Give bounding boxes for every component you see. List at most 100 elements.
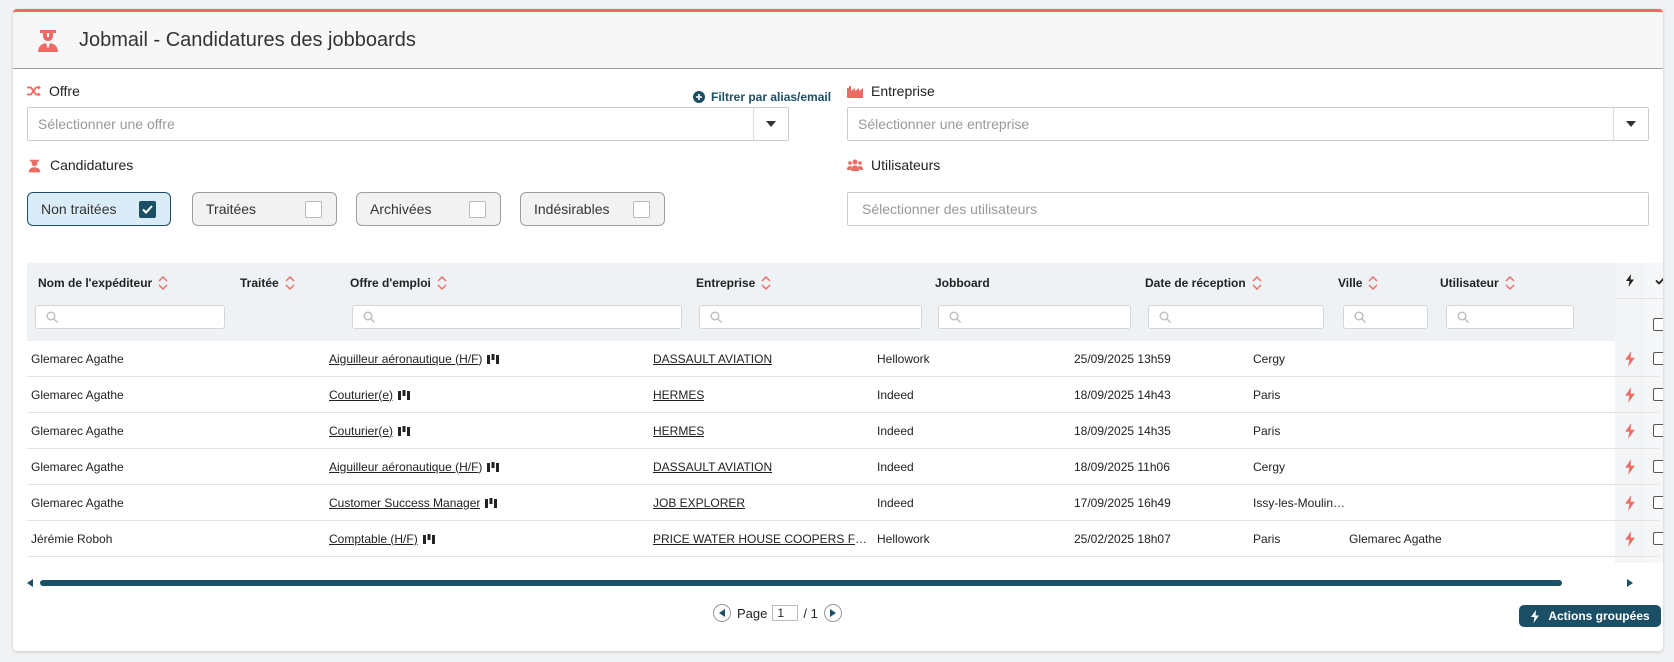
- cell-company-text[interactable]: DASSAULT AVIATION: [653, 460, 772, 474]
- next-page-button[interactable]: [823, 604, 842, 622]
- cell-offer[interactable]: Aiguilleur aéronautique (H/F): [329, 341, 500, 376]
- filter-offer-input[interactable]: [352, 305, 682, 329]
- col-header-processed[interactable]: Traitée: [240, 274, 295, 292]
- sort-icon[interactable]: [158, 276, 168, 290]
- row-checkbox[interactable]: [1653, 460, 1663, 473]
- col-header-label: Traitée: [240, 276, 279, 290]
- cell-offer-text[interactable]: Couturier(e): [329, 424, 393, 438]
- row-checkbox[interactable]: [1653, 496, 1663, 509]
- col-header-actions: [1615, 263, 1645, 299]
- row-action-button[interactable]: [1615, 449, 1645, 484]
- cell-sender: Glemarec Agathe: [31, 449, 124, 484]
- cell-sender-text: Glemarec Agathe: [31, 387, 124, 402]
- sort-icon[interactable]: [1252, 276, 1262, 290]
- scroll-right-icon[interactable]: [1627, 579, 1633, 587]
- cell-company-text[interactable]: HERMES: [653, 424, 704, 438]
- chip-indesirables[interactable]: Indésirables: [520, 192, 665, 226]
- sort-icon[interactable]: [1368, 276, 1378, 290]
- cell-offer[interactable]: Customer Success Manager: [329, 485, 498, 520]
- chip-traitees[interactable]: Traitées: [192, 192, 337, 226]
- sort-icon[interactable]: [285, 276, 295, 290]
- offre-select[interactable]: Sélectionner une offre: [27, 107, 789, 141]
- bolt-icon: [1625, 350, 1635, 367]
- row-action-button[interactable]: [1615, 521, 1645, 556]
- sort-icon[interactable]: [761, 276, 771, 290]
- page-input[interactable]: 1: [772, 605, 799, 621]
- row-action-button[interactable]: [1615, 485, 1645, 520]
- utilisateurs-label: Utilisateurs: [847, 157, 940, 173]
- checkbox[interactable]: [633, 201, 650, 218]
- scroll-left-icon[interactable]: [27, 579, 33, 587]
- row-action-button[interactable]: [1615, 413, 1645, 448]
- col-header-city[interactable]: Ville: [1338, 274, 1378, 292]
- col-header-date[interactable]: Date de réception: [1145, 274, 1262, 292]
- row-checkbox[interactable]: [1653, 352, 1663, 365]
- cell-company[interactable]: HERMES: [653, 377, 704, 412]
- cell-offer[interactable]: Aiguilleur aéronautique (H/F): [329, 449, 500, 484]
- filter-alias-link[interactable]: Filtrer par alias/email: [693, 90, 831, 104]
- filter-user-input[interactable]: [1446, 305, 1574, 329]
- checkbox[interactable]: [469, 201, 486, 218]
- select-all-checkbox[interactable]: [1653, 318, 1663, 331]
- chip-archivees[interactable]: Archivées: [356, 192, 501, 226]
- cell-date: 18/09/2025 11h06: [1074, 449, 1170, 484]
- cell-date-text: 18/09/2025 14h43: [1074, 387, 1171, 402]
- cell-company-text[interactable]: DASSAULT AVIATION: [653, 352, 772, 366]
- row-action-button[interactable]: [1615, 377, 1645, 412]
- bolt-icon: [1625, 458, 1635, 475]
- bulk-actions-button[interactable]: Actions groupées: [1519, 605, 1661, 627]
- row-checkbox[interactable]: [1653, 388, 1663, 401]
- col-header-user[interactable]: Utilisateur: [1440, 274, 1515, 292]
- cell-company[interactable]: HERMES: [653, 413, 704, 448]
- prev-page-button[interactable]: [713, 604, 731, 622]
- table-row: Jérémie Roboh Comptable (H/F) PRICE WATER …: [27, 521, 1663, 557]
- cell-sender-text: Glemarec Agathe: [31, 351, 124, 366]
- scrollbar-thumb[interactable]: [40, 580, 1562, 586]
- caret-down-icon[interactable]: [754, 108, 788, 140]
- checkbox[interactable]: [305, 201, 322, 218]
- cell-company[interactable]: JOB EXPLORER: [653, 485, 745, 520]
- entreprise-select[interactable]: Sélectionner une entreprise: [847, 107, 1649, 141]
- cell-company[interactable]: DASSAULT AVIATION: [653, 449, 772, 484]
- caret-down-icon[interactable]: [1614, 108, 1648, 140]
- cell-company[interactable]: DASSAULT AVIATION: [653, 341, 772, 376]
- row-checkbox[interactable]: [1653, 532, 1663, 545]
- cell-offer-text[interactable]: Couturier(e): [329, 388, 393, 402]
- col-header-offer[interactable]: Offre d'emploi: [350, 274, 447, 292]
- horizontal-scrollbar[interactable]: [27, 577, 1647, 589]
- filter-date-input[interactable]: [1148, 305, 1324, 329]
- filter-city-input[interactable]: [1343, 305, 1428, 329]
- cell-company-text[interactable]: HERMES: [653, 388, 704, 402]
- cell-jobboard: Hellowork: [877, 521, 930, 556]
- filter-company-input[interactable]: [699, 305, 922, 329]
- row-action-button[interactable]: [1615, 341, 1645, 376]
- sort-icon[interactable]: [1505, 276, 1515, 290]
- cell-offer-text[interactable]: Aiguilleur aéronautique (H/F): [329, 352, 482, 366]
- filter-jobboard-input[interactable]: [938, 305, 1131, 329]
- cell-sender-text: Glemarec Agathe: [31, 423, 124, 438]
- cell-city: Paris: [1253, 377, 1280, 412]
- cell-offer-text[interactable]: Comptable (H/F): [329, 532, 418, 546]
- cell-offer[interactable]: Comptable (H/F): [329, 521, 435, 556]
- cell-company[interactable]: PRICE WATER HOUSE COOPERS FORMA …: [653, 521, 875, 556]
- cell-sender: Glemarec Agathe: [31, 341, 124, 376]
- cell-date: 25/09/2025 13h59: [1074, 341, 1171, 376]
- caret-left-icon: [719, 609, 725, 617]
- utilisateurs-select[interactable]: Sélectionner des utilisateurs: [847, 192, 1649, 226]
- col-header-company[interactable]: Entreprise: [696, 274, 771, 292]
- sort-icon[interactable]: [437, 276, 447, 290]
- cell-offer[interactable]: Couturier(e): [329, 413, 411, 448]
- chip-non-traitees[interactable]: Non traitées: [27, 192, 171, 226]
- row-checkbox[interactable]: [1653, 424, 1663, 437]
- col-header-sender[interactable]: Nom de l'expéditeur: [38, 274, 168, 292]
- cell-offer-text[interactable]: Aiguilleur aéronautique (H/F): [329, 460, 482, 474]
- cell-offer-text[interactable]: Customer Success Manager: [329, 496, 480, 510]
- chip-label: Archivées: [370, 201, 432, 217]
- cell-offer[interactable]: Couturier(e): [329, 377, 411, 412]
- checkbox-checked[interactable]: [139, 201, 156, 218]
- col-header-label: Utilisateur: [1440, 276, 1499, 290]
- filter-sender-input[interactable]: [35, 305, 225, 329]
- cell-sender: Jérémie Roboh: [31, 521, 112, 556]
- cell-company-text[interactable]: PRICE WATER HOUSE COOPERS FORMA …: [653, 532, 875, 546]
- cell-company-text[interactable]: JOB EXPLORER: [653, 496, 745, 510]
